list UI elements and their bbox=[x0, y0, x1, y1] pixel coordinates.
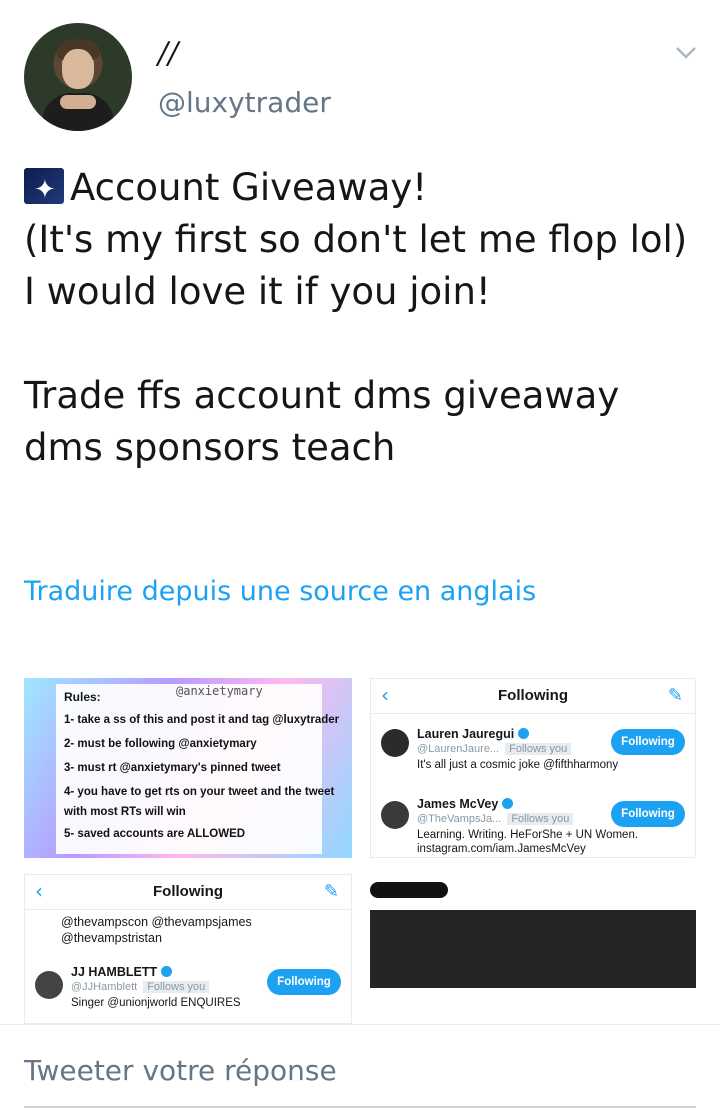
media-following-screenshot-1[interactable]: ‹ Following ✎ Lauren Jauregui @LaurenJau… bbox=[370, 678, 696, 858]
following-title: Following bbox=[153, 883, 223, 900]
rules-title: Rules: bbox=[64, 690, 101, 704]
rule-line: 2- must be following @anxietymary bbox=[64, 738, 257, 750]
following-header: ‹ Following ✎ bbox=[371, 679, 695, 714]
redaction-block bbox=[370, 910, 696, 988]
user-avatar bbox=[35, 971, 63, 999]
reply-divider bbox=[0, 1024, 720, 1025]
sparkle-night-icon bbox=[24, 164, 64, 216]
rule-line: 4- you have to get rts on your tweet and… bbox=[64, 786, 335, 798]
redaction-bar bbox=[370, 882, 448, 898]
avatar-hands bbox=[60, 95, 96, 109]
reply-input[interactable]: Tweeter votre réponse bbox=[24, 1054, 337, 1087]
following-button: Following bbox=[611, 729, 685, 755]
user-avatar bbox=[381, 729, 409, 757]
media-grid: Rules: @anxietymary 1- take a ss of this… bbox=[24, 678, 696, 1024]
rule-line: with most RTs will win bbox=[64, 806, 186, 818]
bio-line: @thevampstristan bbox=[61, 931, 162, 945]
following-title: Following bbox=[498, 687, 568, 704]
rule-line: 1- take a ss of this and post it and tag… bbox=[64, 714, 340, 726]
user-bio: It's all just a cosmic joke @fifthharmon… bbox=[417, 759, 619, 771]
tweet-line-3: I would love it if you join! bbox=[24, 270, 491, 313]
compose-icon: ✎ bbox=[667, 685, 683, 706]
tweet-line-1: Account Giveaway! bbox=[70, 166, 428, 209]
user-name: Lauren Jauregui bbox=[417, 727, 530, 741]
bio-line: @thevampscon @thevampsjames bbox=[61, 915, 252, 929]
reply-input-underline bbox=[24, 1106, 696, 1108]
user-bio-link: instagram.com/iam.JamesMcVey bbox=[417, 843, 586, 855]
following-header: ‹ Following ✎ bbox=[25, 875, 351, 910]
user-name: James McVey bbox=[417, 797, 514, 811]
user-handle: @TheVampsJa... Follows you bbox=[417, 813, 574, 825]
following-button: Following bbox=[267, 969, 341, 995]
tweet-line-5: Trade ffs account dms giveaway dms spons… bbox=[24, 374, 632, 469]
author-avatar[interactable] bbox=[24, 23, 132, 131]
rule-line: 3- must rt @anxietymary's pinned tweet bbox=[64, 762, 281, 774]
translate-link[interactable]: Traduire depuis une source en anglais bbox=[24, 576, 536, 607]
author-handle[interactable]: @luxytrader bbox=[158, 86, 331, 119]
user-bio: Singer @unionjworld ENQUIRES bbox=[71, 997, 241, 1009]
user-handle: @JJHamblett Follows you bbox=[71, 981, 210, 993]
verified-icon bbox=[502, 798, 514, 809]
compose-icon: ✎ bbox=[323, 881, 339, 902]
tweet-line-2: (It's my first so don't let me flop lol) bbox=[24, 218, 688, 261]
rule-line: 5- saved accounts are ALLOWED bbox=[64, 828, 246, 840]
media-following-screenshot-2[interactable]: ‹ Following ✎ @thevampscon @thevampsjame… bbox=[24, 874, 352, 1024]
media-redacted-screenshot[interactable] bbox=[370, 874, 696, 1024]
user-bio: Learning. Writing. HeForShe + UN Women. bbox=[417, 829, 639, 841]
author-name[interactable]: // bbox=[158, 36, 178, 71]
user-name: JJ HAMBLETT bbox=[71, 965, 173, 979]
media-rules-image[interactable]: Rules: @anxietymary 1- take a ss of this… bbox=[24, 678, 352, 858]
following-button: Following bbox=[611, 801, 685, 827]
tweet-text: Account Giveaway! (It's my first so don'… bbox=[24, 162, 694, 474]
verified-icon bbox=[161, 966, 173, 977]
verified-icon bbox=[518, 728, 530, 739]
user-avatar bbox=[381, 801, 409, 829]
chevron-down-icon[interactable] bbox=[674, 40, 698, 64]
user-handle: @LaurenJaure... Follows you bbox=[417, 743, 572, 755]
rules-tag: @anxietymary bbox=[176, 684, 263, 698]
avatar-face bbox=[62, 49, 94, 89]
